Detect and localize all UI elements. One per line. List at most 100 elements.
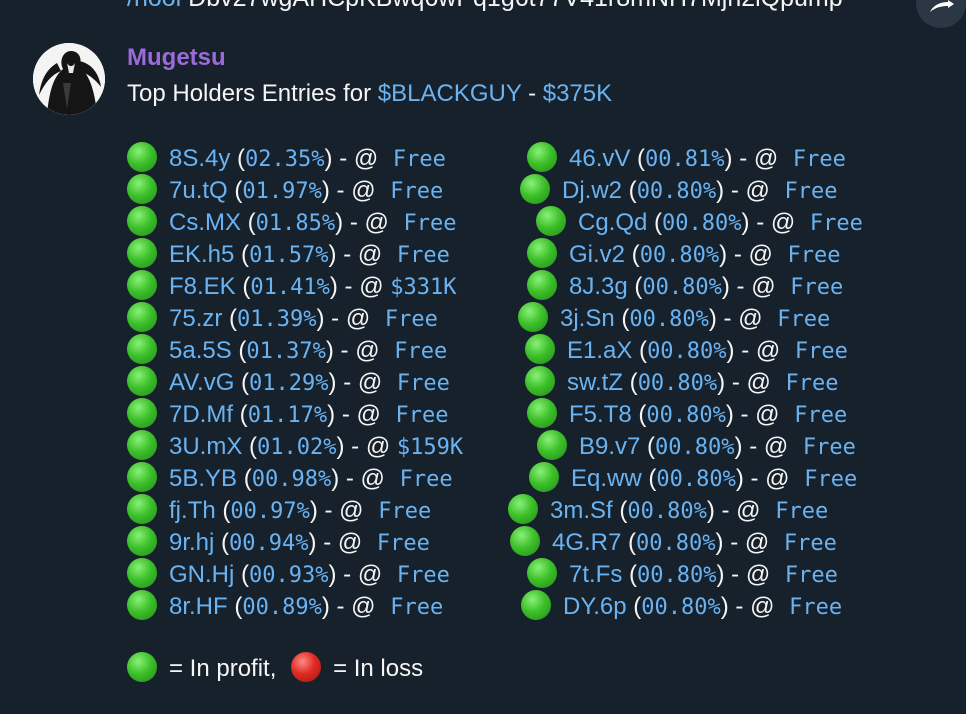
wallet-link[interactable]: sw.tZ bbox=[567, 369, 623, 396]
entry-value: Free bbox=[396, 563, 450, 588]
holding-percent: 01.02% bbox=[257, 435, 337, 460]
wallet-link[interactable]: AV.vG bbox=[169, 369, 234, 396]
wallet-link[interactable]: 3j.Sn bbox=[560, 305, 615, 332]
previous-command-link[interactable]: /hool bbox=[127, 0, 181, 12]
at-symbol: @ bbox=[359, 273, 384, 300]
green-circle-icon bbox=[127, 206, 157, 236]
at-symbol: @ bbox=[745, 177, 770, 204]
at-symbol: @ bbox=[755, 401, 780, 428]
holding-percent: 00.80% bbox=[647, 339, 727, 364]
green-circle-icon bbox=[127, 558, 157, 588]
entry-value: Free bbox=[384, 307, 438, 332]
wallet-link[interactable]: E1.aX bbox=[567, 337, 632, 364]
green-circle-icon bbox=[521, 590, 551, 620]
wallet-link[interactable]: 7t.Fs bbox=[569, 561, 622, 588]
wallet-link[interactable]: 5B.YB bbox=[169, 465, 237, 492]
holder-row: 3m.Sf (00.80%) - @ Free bbox=[508, 494, 828, 526]
at-symbol: @ bbox=[365, 433, 391, 460]
wallet-link[interactable]: 3U.mX bbox=[169, 433, 242, 460]
wallet-link[interactable]: 8S.4y bbox=[169, 145, 230, 172]
entry-value: Free bbox=[790, 275, 844, 300]
green-circle-icon bbox=[525, 366, 555, 396]
holding-percent: 00.81% bbox=[645, 147, 725, 172]
ticker-link[interactable]: $BLACKGUY bbox=[378, 80, 522, 107]
wallet-link[interactable]: DY.6p bbox=[563, 593, 627, 620]
green-circle-icon bbox=[127, 462, 157, 492]
holding-percent: 02.35% bbox=[245, 147, 325, 172]
holding-percent: 00.80% bbox=[642, 275, 722, 300]
wallet-link[interactable]: 8r.HF bbox=[169, 593, 228, 620]
holding-percent: 01.17% bbox=[247, 403, 328, 428]
green-circle-icon bbox=[127, 302, 157, 332]
entry-value: Free bbox=[775, 499, 829, 524]
wallet-link[interactable]: Cg.Qd bbox=[578, 209, 647, 236]
wallet-link[interactable]: 8J.3g bbox=[569, 273, 628, 300]
green-circle-icon bbox=[127, 652, 157, 682]
wallet-link[interactable]: 3m.Sf bbox=[550, 497, 613, 524]
red-circle-icon bbox=[291, 652, 322, 682]
wallet-link[interactable]: Gi.v2 bbox=[569, 241, 625, 268]
holder-row: 46.vV (00.81%) - @ Free bbox=[527, 142, 846, 174]
at-symbol: @ bbox=[353, 145, 379, 172]
at-symbol: @ bbox=[351, 593, 376, 620]
wallet-link[interactable]: GN.Hj bbox=[169, 561, 234, 588]
wallet-link[interactable]: 7D.Mf bbox=[169, 401, 233, 428]
wallet-link[interactable]: B9.v7 bbox=[579, 433, 640, 460]
wallet-link[interactable]: fj.Th bbox=[169, 497, 216, 524]
wallet-link[interactable]: 75.zr bbox=[169, 305, 222, 332]
at-symbol: @ bbox=[355, 337, 380, 364]
at-symbol: @ bbox=[748, 241, 773, 268]
green-circle-icon bbox=[127, 430, 157, 460]
sender-name[interactable]: Mugetsu bbox=[127, 44, 226, 72]
holding-percent: 01.29% bbox=[249, 371, 329, 396]
at-symbol: @ bbox=[763, 433, 789, 460]
holder-row: 7D.Mf (01.17%) - @ Free bbox=[127, 398, 449, 430]
message-title: Top Holders Entries for $BLACKGUY - $375… bbox=[127, 80, 612, 108]
entry-value: Free bbox=[392, 147, 446, 172]
wallet-link[interactable]: 5a.5S bbox=[169, 337, 232, 364]
holding-percent: 01.37% bbox=[246, 339, 326, 364]
green-circle-icon bbox=[127, 238, 157, 268]
holder-row: 5a.5S (01.37%) - @ Free bbox=[127, 334, 447, 366]
wallet-link[interactable]: 4G.R7 bbox=[552, 529, 621, 556]
title-separator: - bbox=[521, 80, 543, 107]
entry-value: Free bbox=[396, 371, 450, 396]
share-button[interactable] bbox=[916, 0, 966, 28]
wallet-link[interactable]: EK.h5 bbox=[169, 241, 234, 268]
holder-row: Gi.v2 (00.80%) - @ Free bbox=[527, 238, 841, 270]
green-circle-icon bbox=[536, 206, 566, 236]
sender-avatar[interactable] bbox=[33, 43, 105, 115]
at-symbol: @ bbox=[765, 465, 790, 492]
wallet-link[interactable]: 9r.hj bbox=[169, 529, 214, 556]
wallet-link[interactable]: F5.T8 bbox=[569, 401, 632, 428]
at-symbol: @ bbox=[356, 401, 381, 428]
entry-value: Free bbox=[390, 179, 444, 204]
entry-value: Free bbox=[777, 307, 831, 332]
avatar-image bbox=[33, 43, 105, 115]
holding-percent: 00.94% bbox=[229, 531, 309, 556]
wallet-link[interactable]: Eq.ww bbox=[571, 465, 642, 492]
holding-percent: 00.80% bbox=[639, 243, 720, 268]
holder-row: 9r.hj (00.94%) - @ Free bbox=[127, 526, 430, 558]
holding-percent: 00.80% bbox=[636, 179, 717, 204]
holder-row: 7t.Fs (00.80%) - @ Free bbox=[527, 558, 838, 590]
wallet-link[interactable]: 46.vV bbox=[569, 145, 630, 172]
holder-row: F5.T8 (00.80%) - @ Free bbox=[527, 398, 847, 430]
holder-row: 75.zr (01.39%) - @ Free bbox=[127, 302, 438, 334]
entry-value: Free bbox=[390, 595, 444, 620]
market-cap-link[interactable]: $375K bbox=[543, 80, 612, 107]
holder-row: fj.Th (00.97%) - @ Free bbox=[127, 494, 431, 526]
holding-percent: 00.98% bbox=[251, 467, 332, 492]
holder-row: 8r.HF (00.89%) - @ Free bbox=[127, 590, 443, 622]
wallet-link[interactable]: Cs.MX bbox=[169, 209, 241, 236]
entry-value: $331K bbox=[390, 275, 457, 300]
green-circle-icon bbox=[527, 238, 557, 268]
entry-value: Free bbox=[794, 339, 848, 364]
previous-address: Dbv27wgAHCpKBwq6wPq1g6t77V41r8mNH7Mjh2iQ… bbox=[188, 0, 843, 12]
wallet-link[interactable]: 7u.tQ bbox=[169, 177, 228, 204]
holder-row: E1.aX (00.80%) - @ Free bbox=[525, 334, 848, 366]
holder-row: Cs.MX (01.85%) - @ Free bbox=[127, 206, 457, 238]
wallet-link[interactable]: F8.EK bbox=[169, 273, 236, 300]
holder-row: Cg.Qd (00.80%) - @ Free bbox=[536, 206, 863, 238]
wallet-link[interactable]: Dj.w2 bbox=[562, 177, 622, 204]
